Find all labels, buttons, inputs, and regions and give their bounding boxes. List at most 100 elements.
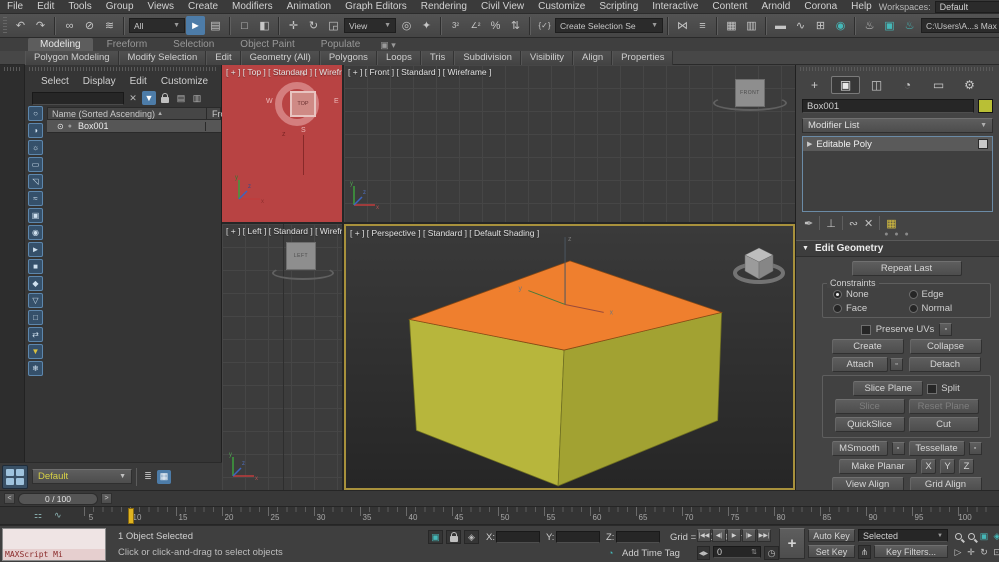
menu-scripting[interactable]: Scripting [592,1,645,12]
key-mode-toggle-icon[interactable]: ◀▶ [697,546,710,560]
viewport-front[interactable]: [ + ] [ Front ] [ Standard ] [ Wireframe… [344,65,795,222]
align-icon[interactable]: ≡ [693,16,712,35]
selection-set-dropdown[interactable]: Selected ▼ [858,529,948,542]
tab-hierarchy[interactable]: ◫ [862,76,891,94]
ribbon-section-modify-selection[interactable]: Modify Selection [119,51,207,65]
reset-plane-button[interactable]: Reset Plane [909,399,979,414]
select-and-rotate-icon[interactable]: ↻ [304,16,323,35]
constraint-face-radio[interactable]: Face [833,303,909,314]
expand-arrow-icon[interactable]: ▶ [807,140,812,148]
preserve-uvs-checkbox[interactable] [861,325,871,335]
compass-e[interactable]: E [334,98,339,105]
object-color-swatch[interactable] [978,99,993,113]
filter-funnel-icon[interactable]: ▼ [142,91,156,105]
table-row-box001[interactable]: ⊙ ● Box001 ❄ [47,120,221,133]
msmooth-settings-button[interactable]: ▫ [892,442,905,455]
render-production-icon[interactable]: ♨ [900,16,919,35]
constraint-edge-radio[interactable]: Edge [909,289,985,300]
go-to-start-button[interactable]: |◀◀ [697,529,711,542]
filter-lights-icon[interactable]: ☼ [28,140,43,155]
rollout-edit-geometry-header[interactable]: ▼ Edit Geometry [796,240,999,257]
dock-grip[interactable] [800,67,995,71]
scene-explorer-toggle-icon[interactable]: ▦ [157,470,171,484]
toggle-layer-explorer-icon[interactable]: ▥ [742,16,761,35]
edit-named-selection-sets-icon[interactable]: {✓} [535,16,554,35]
ribbon-tab-populate[interactable]: Populate [309,38,372,51]
explorer-menu-edit[interactable]: Edit [124,76,153,87]
menu-views[interactable]: Views [141,1,182,12]
zoom-all-icon[interactable] [965,529,977,544]
selection-filter-dropdown[interactable]: All▼ [129,18,185,33]
workspaces-dropdown[interactable]: Default ▼ [935,1,999,13]
filter-xrefs-icon[interactable]: ◆ [28,276,43,291]
lock-explorer-icon[interactable] [158,91,172,105]
ribbon-section-tris[interactable]: Tris [421,51,454,65]
named-selection-sets-dropdown[interactable]: Create Selection Se▼ [555,18,663,33]
menu-edit[interactable]: Edit [30,1,61,12]
filter-helpers-icon[interactable]: ◹ [28,174,43,189]
create-button[interactable]: Create [832,339,904,354]
filter-funnel-icon[interactable]: ▼ [28,344,43,359]
time-slider-marker[interactable] [128,508,134,524]
bind-to-space-warp-icon[interactable]: ≋ [100,16,119,35]
filter-influences-icon[interactable]: ▽ [28,293,43,308]
viewport-perspective-label[interactable]: [ + ] [ Perspective ] [ Standard ] [ Def… [350,228,539,238]
tab-utilities[interactable]: ⚙ [955,76,984,94]
object-name[interactable]: Box001 [72,121,109,131]
make-planar-button[interactable]: Make Planar [839,459,917,474]
ribbon-tab-modeling[interactable]: Modeling [28,38,93,51]
menu-civil-view[interactable]: Civil View [474,1,531,12]
search-input[interactable] [32,92,124,105]
ribbon-section-polygon-modeling[interactable]: Polygon Modeling [25,51,119,65]
viewport-top-label[interactable]: [ + ] [ Top ] [ Standard ] [ Wireframe ] [226,67,342,77]
current-frame-field[interactable]: 0 ⇅ [713,546,761,558]
viewport-front-label[interactable]: [ + ] [ Front ] [ Standard ] [ Wireframe… [348,67,491,77]
toggle-ribbon-icon[interactable]: ▬ [771,16,790,35]
filter-hidden-icon[interactable]: □ [28,310,43,325]
filter-materials-icon[interactable]: ▣ [28,208,43,223]
column-name-header[interactable]: Name (Sorted Ascending) [48,109,155,119]
filter-cameras-icon[interactable]: ▭ [28,157,43,172]
ribbon-tab-selection[interactable]: Selection [161,38,226,51]
viewport-top[interactable]: [ + ] [ Top ] [ Standard ] [ Wireframe ]… [222,65,342,222]
menu-group[interactable]: Group [99,1,141,12]
tab-motion[interactable]: ◔ [893,76,922,94]
compass-w[interactable]: W [266,98,273,105]
filter-display-none-icon[interactable]: ○ [28,106,43,121]
cut-button[interactable]: Cut [909,417,979,432]
ribbon-config-icon[interactable]: ▣ ▾ [374,40,402,51]
menu-create[interactable]: Create [181,1,225,12]
planar-y-button[interactable]: Y [940,459,955,474]
select-and-link-icon[interactable]: ∞ [60,16,79,35]
constraint-none-radio[interactable]: None [833,289,909,300]
explorer-menu-display[interactable]: Display [77,76,122,87]
planar-x-button[interactable]: X [921,459,936,474]
filter-containers-icon[interactable]: ◉ [28,225,43,240]
time-slider[interactable]: 0 / 100 [18,493,98,505]
frame-spinner[interactable]: ⇅ [751,548,757,556]
ribbon-section-subdivision[interactable]: Subdivision [454,51,521,65]
snaps-toggle-icon[interactable]: 3² [446,16,465,35]
zoom-region-icon[interactable]: ▷ [952,545,964,560]
configure-modifier-sets-icon[interactable]: ▦ [886,217,896,230]
material-editor-icon[interactable]: ◉ [831,16,850,35]
selection-lock-toggle-icon[interactable]: ▣ [428,530,443,544]
ribbon-section-properties[interactable]: Properties [612,51,673,65]
menu-content[interactable]: Content [705,1,754,12]
viewcube-top[interactable]: TOP [290,91,316,117]
y-coordinate-field[interactable] [556,531,600,543]
angle-snap-toggle-icon[interactable]: ∠² [466,16,485,35]
toolbar-grip[interactable] [3,17,7,35]
remove-modifier-icon[interactable]: ✕ [864,217,873,230]
menu-graph-editors[interactable]: Graph Editors [338,1,414,12]
panel-splitter[interactable]: ● ● ● [796,232,999,237]
select-and-uniform-scale-icon[interactable]: ◲ [324,16,343,35]
advanced-filter-icon[interactable]: ▥ [190,91,204,105]
auto-key-button[interactable]: Auto Key [808,529,855,542]
dock-grip[interactable] [29,67,217,71]
detach-button[interactable]: Detach [909,357,981,372]
set-keys-button[interactable]: + [779,528,805,559]
filter-space-warps-icon[interactable]: ≈ [28,191,43,206]
previous-frame-button[interactable]: ◀| [712,529,726,542]
workspace-selector-dropdown[interactable]: Default ▼ [32,469,132,484]
